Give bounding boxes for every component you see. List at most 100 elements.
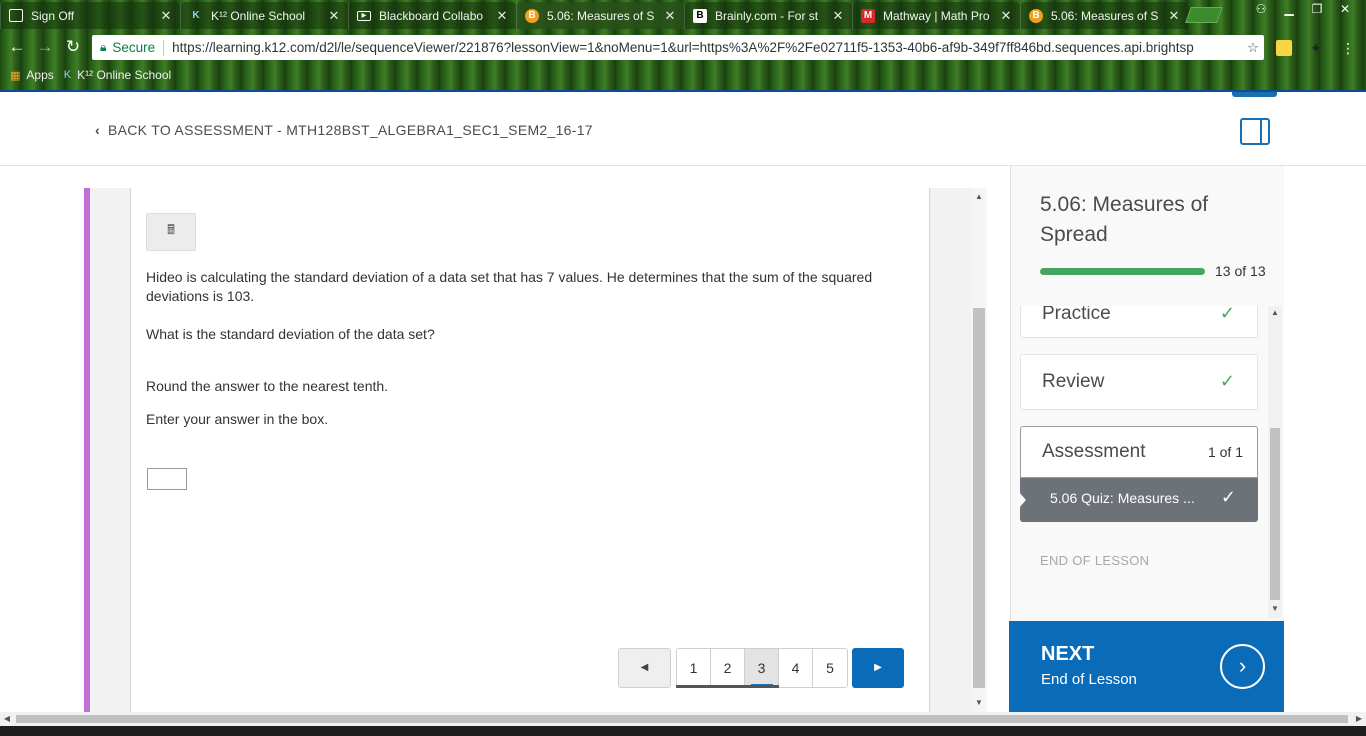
- close-icon[interactable]: ✕: [998, 8, 1014, 24]
- question-prompt: Hideo is calculating the standard deviat…: [146, 269, 873, 304]
- scroll-left-icon[interactable]: ◀: [0, 712, 14, 726]
- next-page-button[interactable]: ▶: [852, 648, 904, 688]
- scroll-right-icon[interactable]: ▶: [1352, 712, 1366, 726]
- extension-icon[interactable]: [1276, 40, 1292, 56]
- round-instruction: Round the answer to the nearest tenth.: [146, 378, 389, 394]
- browser-chrome: Sign Off ✕ K K¹² Online School ✕ ▸ Black…: [0, 0, 1366, 90]
- tab-blackboard[interactable]: ▸ Blackboard Collabo ✕: [348, 2, 516, 29]
- forward-arrow-icon[interactable]: →: [34, 37, 56, 57]
- tab-label: K¹² Online School: [211, 8, 306, 23]
- brightspace-icon: B: [525, 8, 539, 23]
- address-bar[interactable]: 🔒︎ Secure https://learning.k12.com/d2l/l…: [92, 35, 1264, 60]
- question-text: What is the standard deviation of the da…: [146, 326, 435, 342]
- chevron-right-icon: ›: [1220, 644, 1265, 689]
- page-button-2[interactable]: 2: [711, 649, 745, 687]
- window-controls: ⚇ ▁ ❐ ✕: [1248, 0, 1358, 18]
- previous-page-button[interactable]: ◀: [618, 648, 671, 688]
- os-taskbar: [0, 726, 1366, 736]
- close-icon[interactable]: ✕: [326, 8, 342, 24]
- content-scrollbar[interactable]: ▲ ▼: [971, 188, 987, 712]
- page-header: ‹ BACK TO ASSESSMENT - MTH128BST_ALGEBRA…: [0, 90, 1366, 166]
- url-text[interactable]: https://learning.k12.com/d2l/le/sequence…: [172, 40, 1242, 55]
- assessment-count: 1 of 1: [1207, 444, 1243, 460]
- tab-sign-off[interactable]: Sign Off ✕: [0, 2, 180, 29]
- bookmark-label: K¹² Online School: [77, 68, 172, 82]
- tab-k12[interactable]: K K¹² Online School ✕: [180, 2, 348, 29]
- outline-item-review[interactable]: Review ✓: [1020, 354, 1258, 410]
- tab-mathway[interactable]: M Mathway | Math Pro ✕: [852, 2, 1020, 29]
- close-icon[interactable]: ✕: [662, 8, 678, 24]
- restore-icon[interactable]: ❐: [1304, 0, 1330, 18]
- lesson-progress-text: 13 of 13: [1215, 263, 1266, 279]
- chevron-left-icon: ‹: [95, 122, 100, 138]
- close-icon[interactable]: ✕: [830, 8, 846, 24]
- horizontal-scrollbar[interactable]: ◀ ▶: [0, 712, 1366, 726]
- scroll-down-icon[interactable]: ▼: [1268, 604, 1282, 613]
- menu-icon[interactable]: ⋮: [1338, 38, 1358, 58]
- bookmark-label: Apps: [26, 68, 54, 82]
- calculator-icon: 🖩︎: [167, 222, 175, 237]
- close-window-icon[interactable]: ✕: [1332, 0, 1358, 18]
- close-icon[interactable]: ✕: [494, 8, 510, 24]
- outline-item-practice[interactable]: Practice ✓: [1020, 306, 1258, 338]
- scroll-up-icon[interactable]: ▲: [1268, 308, 1282, 317]
- tab-label: 5.06: Measures of S: [1051, 8, 1159, 23]
- scroll-thumb[interactable]: [1270, 428, 1280, 600]
- bookmarks-bar: ▦ Apps K K¹² Online School: [0, 64, 1366, 86]
- tab-label: Mathway | Math Pro: [883, 8, 990, 23]
- back-to-assessment-link[interactable]: ‹ BACK TO ASSESSMENT - MTH128BST_ALGEBRA…: [95, 122, 593, 138]
- close-icon[interactable]: ✕: [1166, 8, 1182, 24]
- bookmark-apps[interactable]: ▦ Apps: [10, 68, 54, 82]
- minimize-icon[interactable]: ▁: [1276, 0, 1302, 18]
- triangle-left-icon: ◀: [640, 662, 649, 673]
- tab-brainly[interactable]: B Brainly.com - For st ✕: [684, 2, 852, 29]
- reload-icon[interactable]: ↻: [62, 37, 84, 57]
- outline-item-label: Practice: [1042, 306, 1111, 324]
- sidebar-scrollbar[interactable]: ▲ ▼: [1268, 306, 1282, 618]
- scroll-thumb[interactable]: [973, 308, 985, 688]
- page-numbers: 1 2 3 4 5: [676, 648, 848, 688]
- toggle-panel-icon[interactable]: [1240, 118, 1270, 145]
- next-label: NEXT: [1041, 643, 1095, 665]
- document-icon: [9, 9, 23, 22]
- back-arrow-icon[interactable]: ←: [6, 37, 28, 57]
- user-icon[interactable]: ⚇: [1248, 0, 1274, 18]
- secure-label: Secure: [112, 40, 156, 55]
- page-button-1[interactable]: 1: [677, 649, 711, 687]
- right-gutter: [929, 188, 971, 712]
- lesson-progress-bar: [1040, 268, 1205, 275]
- divider: [163, 39, 165, 56]
- answer-input[interactable]: [147, 468, 187, 490]
- close-icon[interactable]: ✕: [158, 8, 174, 24]
- next-lesson-button[interactable]: NEXT End of Lesson ›: [1009, 621, 1284, 712]
- brainly-icon: B: [693, 8, 707, 23]
- page-button-5[interactable]: 5: [813, 649, 847, 687]
- left-gutter: [90, 188, 131, 712]
- check-icon: ✓: [1219, 306, 1235, 323]
- apps-grid-icon: ▦: [10, 69, 21, 82]
- outline-item-assessment[interactable]: Assessment 1 of 1: [1020, 426, 1258, 478]
- next-sub-label: End of Lesson: [1041, 671, 1137, 688]
- enter-instruction: Enter your answer in the box.: [146, 411, 329, 427]
- outline-item-label: Assessment: [1042, 441, 1146, 462]
- outline-item-label: Review: [1042, 371, 1105, 392]
- lesson-title: 5.06: Measures of Spread: [1040, 193, 1209, 246]
- scroll-thumb[interactable]: [16, 715, 1348, 723]
- mathway-icon: M: [861, 8, 875, 23]
- calculator-button[interactable]: 🖩︎: [146, 213, 196, 251]
- tab-label: Blackboard Collabo: [379, 8, 484, 23]
- tab-label: Sign Off: [31, 8, 75, 23]
- pin-icon[interactable]: ✦: [1306, 38, 1326, 58]
- page-button-3[interactable]: 3: [745, 649, 779, 687]
- bookmark-k12[interactable]: K K¹² Online School: [64, 68, 171, 82]
- video-icon: ▸: [357, 10, 371, 21]
- tab-measures-active[interactable]: B 5.06: Measures of S ✕: [516, 2, 684, 29]
- scroll-down-icon[interactable]: ▼: [971, 698, 987, 707]
- page-button-4[interactable]: 4: [779, 649, 813, 687]
- outline-sub-item-quiz[interactable]: 5.06 Quiz: Measures ... ✓: [1019, 478, 1258, 522]
- star-icon[interactable]: ☆: [1242, 40, 1264, 56]
- brightspace-icon: B: [1029, 8, 1043, 23]
- new-tab-button[interactable]: [1185, 7, 1223, 23]
- tab-measures-2[interactable]: B 5.06: Measures of S ✕: [1020, 2, 1188, 29]
- scroll-up-icon[interactable]: ▲: [971, 192, 987, 201]
